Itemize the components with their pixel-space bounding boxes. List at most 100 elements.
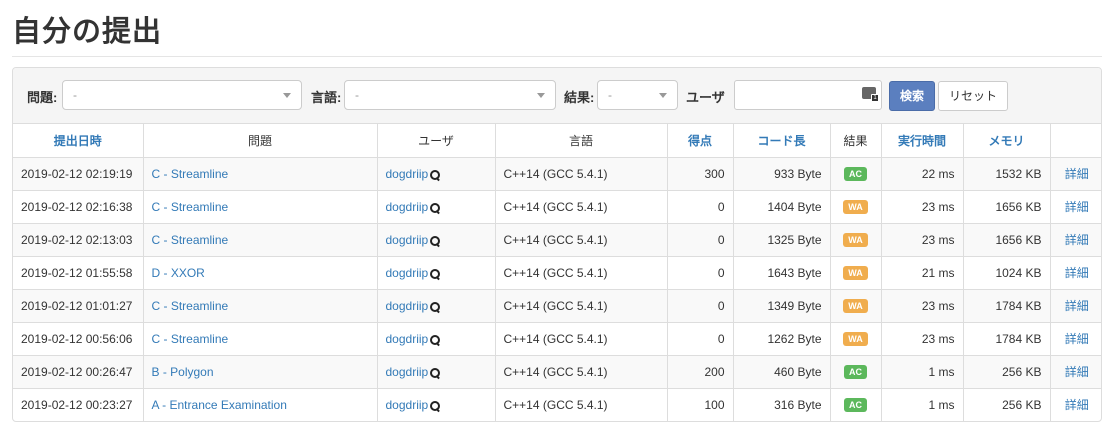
cell-score: 0 [667,256,734,290]
table-row: 2019-02-12 01:01:27 C - Streamline dogdr… [13,289,1101,323]
user-link[interactable]: dogdriip [386,365,429,379]
cell-score: 0 [667,223,734,257]
keyboard-icon[interactable]: 1 [862,87,879,102]
magnifier-icon[interactable] [430,169,441,180]
cell-submission-time: 2019-02-12 02:16:38 [13,190,144,224]
table-row: 2019-02-12 00:23:27 A - Entrance Examina… [13,388,1101,421]
cell-language: C++14 (GCC 5.4.1) [495,157,668,191]
cell-score: 100 [667,388,734,421]
cell-submission-time: 2019-02-12 01:55:58 [13,256,144,290]
table-row: 2019-02-12 02:19:19 C - Streamline dogdr… [13,157,1101,191]
magnifier-icon[interactable] [430,367,441,378]
status-badge: AC [844,167,867,181]
detail-link[interactable]: 詳細 [1065,299,1089,313]
problem-link[interactable]: A - Entrance Examination [152,398,287,412]
status-badge: WA [843,266,868,280]
user-link[interactable]: dogdriip [386,167,429,181]
cell-memory: 1784 KB [963,322,1051,356]
cell-code-length: 1349 Byte [733,289,831,323]
table-row: 2019-02-12 00:56:06 C - Streamline dogdr… [13,322,1101,356]
problem-link[interactable]: C - Streamline [152,332,229,346]
search-button[interactable]: 検索 [889,81,935,111]
language-filter-label: 言語: [311,90,342,105]
detail-link[interactable]: 詳細 [1065,332,1089,346]
language-filter-select[interactable]: - [344,80,556,110]
problem-link[interactable]: C - Streamline [152,299,229,313]
magnifier-icon[interactable] [430,301,441,312]
cell-submission-time: 2019-02-12 00:56:06 [13,322,144,356]
cell-memory: 1024 KB [963,256,1051,290]
cell-code-length: 316 Byte [733,388,831,421]
cell-score: 0 [667,190,734,224]
detail-link[interactable]: 詳細 [1065,398,1089,412]
column-header-memory[interactable]: メモリ [963,124,1051,158]
cell-code-length: 1404 Byte [733,190,831,224]
magnifier-icon[interactable] [430,202,441,213]
table-row: 2019-02-12 00:26:47 B - Polygon dogdriip… [13,355,1101,389]
problem-link[interactable]: B - Polygon [152,365,214,379]
result-filter-value: - [608,88,612,102]
user-link[interactable]: dogdriip [386,200,429,214]
page-title: 自分の提出 [12,14,163,48]
user-link[interactable]: dogdriip [386,332,429,346]
magnifier-icon[interactable] [430,268,441,279]
cell-score: 200 [667,355,734,389]
chevron-down-icon [537,93,545,98]
magnifier-icon[interactable] [430,334,441,345]
column-header-code-length[interactable]: コード長 [733,124,831,158]
cell-score: 0 [667,289,734,323]
chevron-down-icon [283,93,291,98]
detail-link[interactable]: 詳細 [1065,266,1089,280]
detail-link[interactable]: 詳細 [1065,200,1089,214]
table-row: 2019-02-12 02:13:03 C - Streamline dogdr… [13,223,1101,257]
cell-score: 300 [667,157,734,191]
table-row: 2019-02-12 01:55:58 D - XXOR dogdriip C+… [13,256,1101,290]
user-link[interactable]: dogdriip [386,266,429,280]
problem-link[interactable]: D - XXOR [152,266,205,280]
cell-language: C++14 (GCC 5.4.1) [495,355,668,389]
user-filter-input[interactable]: 1 [734,80,882,110]
user-filter-label: ユーザ [686,90,725,105]
problem-filter-value: - [73,88,77,102]
cell-code-length: 1325 Byte [733,223,831,257]
problem-filter-select[interactable]: - [62,80,302,110]
table-header-row: 提出日時 問題 ユーザ 言語 得点 コード長 結果 実行時間 メモリ [13,124,1101,158]
detail-link[interactable]: 詳細 [1065,233,1089,247]
cell-submission-time: 2019-02-12 02:13:03 [13,223,144,257]
column-header-exec-time[interactable]: 実行時間 [881,124,964,158]
result-filter-select[interactable]: - [597,80,678,110]
column-header-user: ユーザ [377,124,496,158]
reset-button[interactable]: リセット [938,81,1008,111]
cell-exec-time: 23 ms [881,322,964,356]
cell-memory: 1656 KB [963,223,1051,257]
status-badge: AC [844,398,867,413]
problem-link[interactable]: C - Streamline [152,167,229,181]
cell-language: C++14 (GCC 5.4.1) [495,322,668,356]
problem-link[interactable]: C - Streamline [152,200,229,214]
status-badge: WA [843,233,868,247]
cell-exec-time: 21 ms [881,256,964,290]
problem-link[interactable]: C - Streamline [152,233,229,247]
cell-memory: 1784 KB [963,289,1051,323]
cell-submission-time: 2019-02-12 00:26:47 [13,355,144,389]
cell-code-length: 933 Byte [733,157,831,191]
column-header-submission-time[interactable]: 提出日時 [13,124,144,158]
detail-link[interactable]: 詳細 [1065,167,1089,181]
user-link[interactable]: dogdriip [386,398,429,412]
filter-bar: 問題: - 言語: - 結果: - ユーザ 1 検索 リセット [13,68,1101,124]
status-badge: WA [843,332,868,346]
cell-language: C++14 (GCC 5.4.1) [495,388,668,421]
column-header-problem: 問題 [143,124,378,158]
column-header-result: 結果 [830,124,882,158]
title-divider [12,56,1102,57]
user-link[interactable]: dogdriip [386,233,429,247]
detail-link[interactable]: 詳細 [1065,365,1089,379]
user-link[interactable]: dogdriip [386,299,429,313]
cell-exec-time: 23 ms [881,190,964,224]
submissions-table: 提出日時 問題 ユーザ 言語 得点 コード長 結果 実行時間 メモリ 2019-… [13,124,1101,421]
problem-filter-label: 問題: [27,90,58,105]
column-header-score[interactable]: 得点 [667,124,734,158]
magnifier-icon[interactable] [430,400,441,411]
magnifier-icon[interactable] [430,235,441,246]
cell-code-length: 1262 Byte [733,322,831,356]
